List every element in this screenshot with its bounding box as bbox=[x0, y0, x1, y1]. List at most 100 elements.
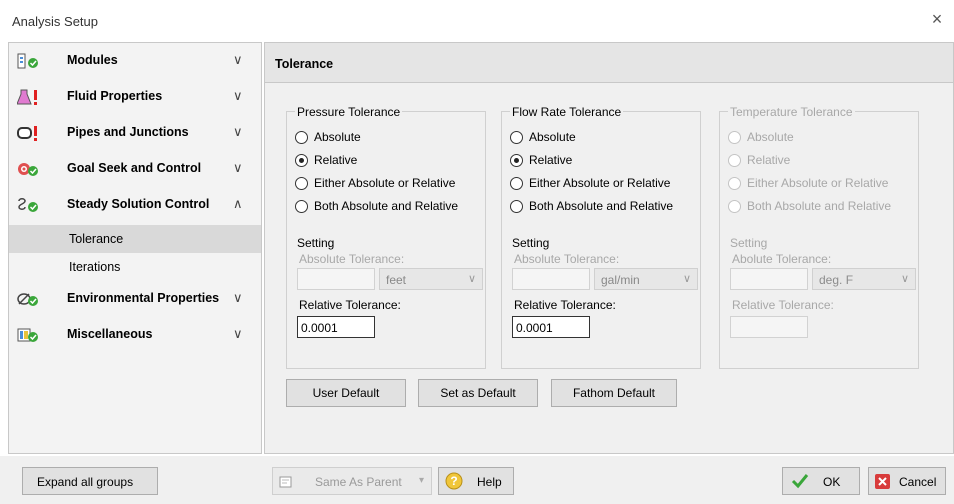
pipe-warning-icon bbox=[17, 126, 37, 141]
cancel-button[interactable]: Cancel bbox=[868, 467, 946, 495]
dropdown-arrow-icon: ▾ bbox=[419, 475, 425, 486]
setting-label: Setting bbox=[512, 236, 550, 250]
svg-text:?: ? bbox=[450, 474, 457, 488]
solution-icon bbox=[18, 198, 38, 212]
radio-label: Either Absolute or Relative bbox=[529, 176, 671, 190]
chevron-down-icon: ∨ bbox=[467, 273, 476, 285]
sidebar-group-environmental-properties[interactable]: Environmental Properties ∨ bbox=[9, 281, 261, 317]
radio-circle bbox=[728, 131, 741, 144]
radio-circle bbox=[728, 154, 741, 167]
dialog-footer: Expand all groups Same As Parent ▾ ? Hel… bbox=[0, 456, 954, 504]
sidebar-group-label: Steady Solution Control bbox=[67, 197, 210, 211]
temperature-tolerance-group: Temperature Tolerance Absolute Relative … bbox=[719, 105, 919, 369]
sidebar-item-label: Iterations bbox=[69, 260, 121, 274]
radio-label: Absolute bbox=[529, 130, 576, 144]
pressure-absolute-input bbox=[297, 268, 375, 290]
radio-label: Both Absolute and Relative bbox=[529, 199, 674, 213]
setting-label: Setting bbox=[730, 236, 768, 250]
flow-rate-tolerance-group: Flow Rate Tolerance Absolute Relative Ei… bbox=[501, 105, 701, 369]
radio-label: Either Absolute or Relative bbox=[747, 176, 889, 190]
notes-icon bbox=[279, 476, 292, 488]
button-label: Cancel bbox=[899, 475, 937, 489]
input-value: 0.0001 bbox=[516, 321, 553, 335]
sidebar-item-tolerance[interactable]: Tolerance bbox=[9, 225, 261, 253]
sidebar-group-pipes-and-junctions[interactable]: Pipes and Junctions ∨ bbox=[9, 115, 261, 151]
radio-circle[interactable] bbox=[510, 131, 523, 144]
radio-label: Absolute bbox=[747, 130, 794, 144]
sidebar-group-label: Pipes and Junctions bbox=[67, 125, 189, 139]
expand-all-groups-button[interactable]: Expand all groups bbox=[22, 467, 158, 495]
modules-icon bbox=[17, 53, 38, 69]
unit-value: gal/min bbox=[601, 273, 640, 287]
fathom-default-button[interactable]: Fathom Default bbox=[551, 379, 677, 407]
flow-unit-select: gal/min ∨ bbox=[594, 268, 698, 290]
radio-label: Both Absolute and Relative bbox=[314, 199, 459, 213]
temperature-relative-input bbox=[730, 316, 808, 338]
radio-label: Relative bbox=[314, 153, 358, 167]
setting-label: Setting bbox=[297, 236, 335, 250]
close-icon[interactable]: × bbox=[926, 8, 948, 30]
help-button[interactable]: ? Help bbox=[438, 467, 514, 495]
button-label: Help bbox=[477, 475, 502, 489]
unit-value: feet bbox=[386, 273, 407, 287]
absolute-tolerance-label: Abolute Tolerance: bbox=[732, 252, 832, 266]
chevron-down-icon[interactable]: ∨ bbox=[233, 88, 243, 104]
sidebar-item-label: Tolerance bbox=[69, 232, 124, 246]
absolute-tolerance-label: Absolute Tolerance: bbox=[299, 252, 405, 266]
radio-circle[interactable] bbox=[295, 177, 308, 190]
radio-circle[interactable] bbox=[510, 154, 523, 167]
title-bar: Analysis Setup × bbox=[0, 0, 954, 38]
chevron-down-icon[interactable]: ∨ bbox=[233, 124, 243, 140]
environment-icon bbox=[17, 293, 38, 306]
radio-circle bbox=[728, 200, 741, 213]
unit-value: deg. F bbox=[819, 273, 854, 287]
same-as-parent-dropdown[interactable]: Same As Parent ▾ bbox=[272, 467, 432, 495]
chevron-up-icon[interactable]: ∧ bbox=[233, 196, 243, 212]
flow-relative-input[interactable]: 0.0001 bbox=[512, 316, 590, 338]
sidebar: Modules ∨ Fluid Properties ∨ Pipes and J… bbox=[8, 42, 262, 454]
sidebar-group-modules[interactable]: Modules ∨ bbox=[9, 43, 261, 79]
sidebar-group-label: Fluid Properties bbox=[67, 89, 163, 103]
radio-circle[interactable] bbox=[295, 200, 308, 213]
sidebar-group-steady-solution-control[interactable]: Steady Solution Control ∧ bbox=[9, 187, 261, 223]
pressure-relative-input[interactable]: 0.0001 bbox=[297, 316, 375, 338]
chevron-down-icon[interactable]: ∨ bbox=[233, 160, 243, 176]
radio-label: Relative bbox=[529, 153, 573, 167]
temperature-unit-select: deg. F ∨ bbox=[812, 268, 916, 290]
dropdown-label: Same As Parent bbox=[315, 475, 402, 489]
relative-tolerance-label: Relative Tolerance: bbox=[299, 298, 401, 312]
panel-header: Tolerance bbox=[265, 43, 953, 83]
radio-circle[interactable] bbox=[510, 177, 523, 190]
ok-button[interactable]: OK bbox=[782, 467, 860, 495]
radio-label: Absolute bbox=[314, 130, 361, 144]
sidebar-group-fluid-properties[interactable]: Fluid Properties ∨ bbox=[9, 79, 261, 115]
target-icon bbox=[18, 163, 38, 176]
group-legend: Pressure Tolerance bbox=[295, 105, 403, 119]
panel-title: Tolerance bbox=[275, 57, 334, 71]
radio-circle bbox=[728, 177, 741, 190]
radio-circle[interactable] bbox=[295, 131, 308, 144]
radio-circle[interactable] bbox=[295, 154, 308, 167]
flow-absolute-input bbox=[512, 268, 590, 290]
chevron-down-icon[interactable]: ∨ bbox=[233, 290, 243, 306]
radio-label: Relative bbox=[747, 153, 791, 167]
sidebar-item-iterations[interactable]: Iterations bbox=[9, 253, 261, 281]
chevron-down-icon[interactable]: ∨ bbox=[233, 326, 243, 342]
window-title: Analysis Setup bbox=[12, 14, 98, 29]
sidebar-group-miscellaneous[interactable]: Miscellaneous ∨ bbox=[9, 317, 261, 353]
chevron-down-icon[interactable]: ∨ bbox=[233, 52, 243, 68]
sidebar-group-goal-seek[interactable]: Goal Seek and Control ∨ bbox=[9, 151, 261, 187]
relative-tolerance-label: Relative Tolerance: bbox=[514, 298, 616, 312]
group-legend: Flow Rate Tolerance bbox=[510, 105, 624, 119]
user-default-button[interactable]: User Default bbox=[286, 379, 406, 407]
temperature-absolute-input bbox=[730, 268, 808, 290]
cancel-x-icon bbox=[875, 474, 890, 489]
check-icon bbox=[791, 474, 809, 489]
set-as-default-button[interactable]: Set as Default bbox=[418, 379, 538, 407]
sidebar-group-label: Modules bbox=[67, 53, 118, 67]
sidebar-group-label: Miscellaneous bbox=[67, 327, 153, 341]
radio-label: Both Absolute and Relative bbox=[747, 199, 892, 213]
help-icon: ? bbox=[445, 472, 463, 490]
input-value: 0.0001 bbox=[301, 321, 338, 335]
radio-circle[interactable] bbox=[510, 200, 523, 213]
